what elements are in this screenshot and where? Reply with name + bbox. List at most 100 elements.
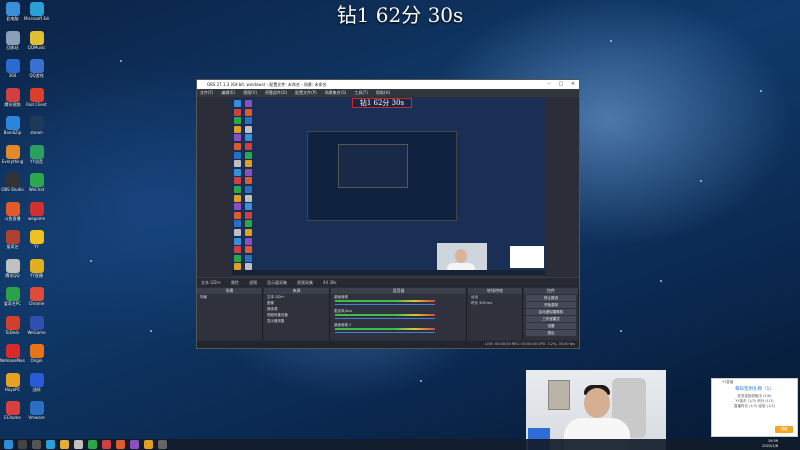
control-button[interactable]: 启动虚拟摄像机 bbox=[526, 309, 576, 315]
toolbar-item[interactable]: 滤镜 bbox=[249, 280, 257, 285]
desktop-icon-label: 腾讯QQ bbox=[5, 272, 20, 278]
desktop-icon[interactable]: OBS Studio bbox=[0, 173, 25, 203]
preview-desktop-icon bbox=[245, 186, 252, 193]
app-icon bbox=[29, 230, 44, 244]
menu-item[interactable]: 帮助(H) bbox=[376, 90, 390, 95]
close-icon[interactable]: × bbox=[567, 80, 579, 89]
desktop-icon[interactable]: steam bbox=[24, 116, 49, 146]
obs-preview[interactable]: 钻1 62分 30s bbox=[232, 98, 545, 275]
desktop-icon-label: BandiZip bbox=[3, 130, 22, 135]
control-button[interactable]: 工作室模式 bbox=[526, 316, 576, 322]
menu-item[interactable]: 配置文件(P) bbox=[295, 90, 317, 95]
preview-notification bbox=[510, 246, 544, 268]
qq-icon[interactable] bbox=[74, 440, 83, 449]
desktop-icon[interactable]: 此电脑 bbox=[0, 2, 25, 32]
taskbar: 19:59 2022/1/8 bbox=[0, 439, 800, 450]
desktop-icon[interactable]: NeteaseMusic bbox=[0, 344, 25, 374]
control-button[interactable]: 退出 bbox=[526, 330, 576, 336]
toolbar-item[interactable]: 属性 bbox=[231, 280, 239, 285]
maximize-icon[interactable]: □ bbox=[555, 80, 567, 89]
transition-item[interactable]: 时长 300 ms bbox=[468, 300, 522, 306]
desktop-icon[interactable]: Riot Client bbox=[24, 87, 49, 118]
search-icon[interactable] bbox=[18, 440, 27, 449]
preview-desktop-icon bbox=[245, 143, 252, 150]
preview-desktop-icon bbox=[245, 229, 252, 236]
preview-desktop-icon bbox=[234, 229, 241, 236]
menu-item[interactable]: 编辑(E) bbox=[221, 90, 235, 95]
menu-item[interactable]: 文件(F) bbox=[200, 90, 213, 95]
volume-slider[interactable] bbox=[335, 304, 435, 305]
menu-item[interactable]: 视图(V) bbox=[243, 90, 257, 95]
desktop-icon[interactable]: Chrome bbox=[24, 287, 49, 317]
taskbar-clock[interactable]: 19:59 2022/1/8 bbox=[762, 439, 778, 450]
control-button[interactable]: 设置 bbox=[526, 323, 576, 329]
obs-docks: 场景 场景 来源 文本 GDI+ 图像 媒体源 视频采集设备 显示器采集 混音器 桌面音… bbox=[197, 288, 579, 340]
toolbar-item[interactable]: 文本 GDI+ bbox=[201, 280, 221, 285]
toolbar-item[interactable]: 视频采集 bbox=[297, 280, 313, 285]
desktop-icon[interactable]: Microsoft Edge bbox=[24, 2, 49, 32]
desktop-icon[interactable]: 回收站 bbox=[0, 30, 25, 61]
desktop-icon[interactable]: YY语音 bbox=[24, 144, 49, 175]
app-icon[interactable] bbox=[116, 440, 125, 449]
notification-popup[interactable]: YY直播 每日签到礼物（1） 任务奖励领取中 (1/6) YY金币 (1/3) 积… bbox=[711, 378, 798, 437]
desktop-icon[interactable]: Everything bbox=[0, 144, 25, 175]
wechat-icon bbox=[29, 173, 44, 187]
preview-desktop-icons bbox=[232, 98, 260, 275]
desktop-icon[interactable]: EChome bbox=[0, 401, 25, 431]
volume-slider[interactable] bbox=[335, 318, 435, 319]
scene-item[interactable]: 场景 bbox=[197, 294, 262, 300]
desktop-icon[interactable]: BandiZip bbox=[0, 116, 25, 146]
desktop-icon[interactable]: 爱奇艺 bbox=[0, 230, 25, 260]
menu-item[interactable]: 停靠部件(D) bbox=[265, 90, 287, 95]
desktop-icon[interactable]: wegame bbox=[24, 201, 49, 232]
volume-slider[interactable] bbox=[335, 332, 435, 333]
preview-desktop-icon bbox=[234, 237, 241, 245]
wechat-icon[interactable] bbox=[88, 440, 97, 449]
desktop-icon[interactable]: 斗鱼直播 bbox=[0, 201, 25, 232]
desktop-icon-label: Chrome bbox=[28, 301, 45, 306]
desktop-icon[interactable]: WeGame bbox=[24, 315, 49, 346]
obs-window[interactable]: OBS 27.1.3 (64-bit, windows) - 配置文件: 未命名… bbox=[196, 79, 580, 349]
toolbar-item[interactable]: 显示器采集 bbox=[267, 280, 287, 285]
desktop-icon[interactable]: 360 bbox=[0, 59, 25, 89]
source-item[interactable]: 显示器采集 bbox=[264, 318, 329, 324]
desktop-icon-label: QQMusic bbox=[27, 44, 46, 50]
toolbar-item[interactable]: 44 30s bbox=[323, 280, 337, 285]
transitions-dock: 转场特效 淡出 时长 300 ms bbox=[468, 288, 523, 340]
control-button[interactable]: 开始录制 bbox=[526, 302, 576, 308]
desktop-icon[interactable]: 腾讯QQ bbox=[0, 258, 25, 289]
desktop-icon[interactable]: QQ游戏 bbox=[24, 59, 49, 89]
desktop-icon[interactable]: 腾讯视频 bbox=[0, 87, 25, 118]
desktop-icon[interactable]: ToDesk bbox=[0, 315, 25, 346]
edge-icon[interactable] bbox=[46, 440, 55, 449]
desktop-icon-label: 斗鱼直播 bbox=[4, 215, 21, 221]
obs-titlebar[interactable]: OBS 27.1.3 (64-bit, windows) - 配置文件: 未命名… bbox=[197, 80, 579, 89]
desktop-icon[interactable]: Origin bbox=[24, 344, 49, 374]
start-icon[interactable] bbox=[4, 440, 13, 449]
task-view-icon[interactable] bbox=[32, 440, 41, 449]
desktop-icon[interactable]: HuyaPC bbox=[0, 372, 25, 403]
preview-title[interactable]: 钻1 62分 30s bbox=[352, 98, 412, 108]
explorer-icon[interactable] bbox=[60, 440, 69, 449]
desktop-icon[interactable]: YY bbox=[24, 230, 49, 260]
edge-icon bbox=[29, 2, 44, 16]
app-icon[interactable] bbox=[102, 440, 111, 449]
desktop-icon[interactable]: WeChat bbox=[24, 173, 49, 203]
minimize-icon[interactable]: – bbox=[543, 80, 555, 89]
app-icon[interactable] bbox=[144, 440, 153, 449]
desktop-icon[interactable]: Vmware bbox=[24, 401, 49, 431]
desktop-icon[interactable]: QQMusic bbox=[24, 30, 49, 61]
preview-desktop-icon bbox=[245, 125, 252, 133]
desktop-icon[interactable]: 战网 bbox=[24, 372, 49, 403]
desktop-icon-label: Origin bbox=[30, 358, 43, 363]
desktop-icon[interactable]: YY直播 bbox=[24, 258, 49, 289]
control-button[interactable]: 停止推流 bbox=[526, 295, 576, 301]
desktop-icon-label: 此电脑 bbox=[6, 16, 19, 21]
menu-item[interactable]: 工具(T) bbox=[354, 90, 368, 95]
claim-button[interactable]: 领取 bbox=[775, 426, 793, 433]
menu-item[interactable]: 场景集合(S) bbox=[325, 90, 347, 95]
desktop-icon-label: YY语音 bbox=[30, 158, 43, 164]
desktop-icon[interactable]: 爱奇艺PC bbox=[0, 287, 25, 317]
app-icon[interactable] bbox=[130, 440, 139, 449]
obs-icon[interactable] bbox=[158, 440, 167, 449]
